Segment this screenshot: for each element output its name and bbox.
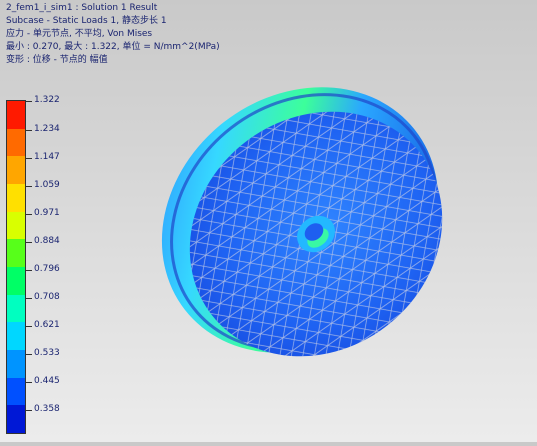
legend-value: 1.059: [34, 180, 60, 190]
legend-swatch: [7, 294, 25, 323]
header-subcase-line: Subcase - Static Loads 1, 静态步长 1: [6, 16, 167, 26]
legend-swatch: [7, 349, 25, 378]
legend-value: 0.621: [34, 320, 60, 330]
legend-tick: [26, 158, 32, 159]
legend-value: 0.971: [34, 208, 60, 218]
header-model-line: 2_fem1_i_sim1 : Solution 1 Result: [6, 3, 158, 13]
legend-value: 1.234: [34, 124, 60, 134]
legend-tick: [26, 270, 32, 271]
legend-tick: [26, 214, 32, 215]
legend-value: 0.708: [34, 292, 60, 302]
legend-swatch: [7, 405, 25, 433]
legend-value: 0.533: [34, 348, 60, 358]
legend-swatch: [7, 239, 25, 267]
legend-swatch: [7, 377, 25, 406]
legend-swatch: [7, 322, 25, 350]
legend-tick: [26, 298, 32, 299]
legend-value: 1.147: [34, 152, 60, 162]
legend-swatch: [7, 101, 25, 129]
legend-swatch: [7, 183, 25, 212]
legend-swatch: [7, 128, 25, 157]
legend-value: 0.796: [34, 264, 60, 274]
legend-swatch: [7, 211, 25, 240]
legend-tick: [26, 382, 32, 383]
legend-value: 0.358: [34, 404, 60, 414]
header-stress-line: 应力 - 单元节点, 不平均, Von Mises: [6, 29, 153, 39]
legend-swatch: [7, 266, 25, 295]
legend-tick: [26, 242, 32, 243]
legend-tick: [26, 354, 32, 355]
legend-tick: [26, 186, 32, 187]
legend-value: 0.445: [34, 376, 60, 386]
legend-tick: [26, 130, 32, 131]
legend-tick: [26, 101, 32, 102]
legend-color-bar: [6, 100, 26, 434]
model-viewport[interactable]: [150, 50, 537, 442]
legend-value: 0.884: [34, 236, 60, 246]
color-legend: 1.322 1.234 1.147 1.059 0.971 0.884 0.79…: [0, 94, 110, 442]
legend-value: 1.322: [34, 95, 60, 105]
fem-disk-model: [150, 61, 492, 407]
legend-tick: [26, 410, 32, 411]
legend-tick: [26, 326, 32, 327]
legend-swatch: [7, 156, 25, 184]
